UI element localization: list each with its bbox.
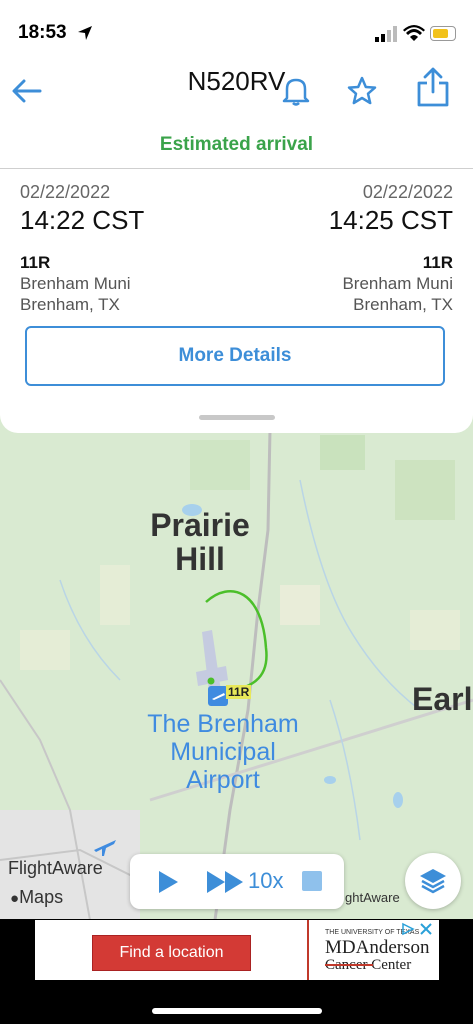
airport-label-line3: Airport <box>186 766 260 794</box>
page-title: N520RV <box>187 66 286 96</box>
airport-marker-label: 11R <box>226 685 252 699</box>
apple-logo-icon: ● <box>10 890 20 907</box>
departure-time: 14:22 CST <box>20 205 145 235</box>
flight-info-card: 02/22/2022 14:22 CST 11R Brenham Muni Br… <box>0 169 473 433</box>
map-view[interactable]: Prairie Hill Earl The Brenham Municipal … <box>0 380 473 920</box>
airport-marker-icon[interactable] <box>208 686 228 706</box>
status-time: 18:53 <box>18 22 67 43</box>
arrival-city: Brenham, TX <box>353 295 453 314</box>
star-icon[interactable] <box>346 75 378 107</box>
departure-airport-code: 11R <box>20 253 51 272</box>
map-label-prairie-hill: Prairie Hill <box>130 508 270 576</box>
arrival-airport-name: Brenham Muni <box>342 274 453 293</box>
map-layers-button[interactable] <box>405 853 461 909</box>
map-background <box>0 380 473 920</box>
departure-date: 02/22/2022 <box>20 182 111 202</box>
status-bar: 18:53 <box>0 0 473 56</box>
airport-label-line1: The Brenham <box>147 710 299 738</box>
map-label-prairie: Prairie <box>150 507 250 543</box>
play-icon[interactable] <box>156 869 180 895</box>
arrival-time: 14:25 CST <box>328 205 453 235</box>
layers-icon <box>420 869 446 894</box>
ad-brand-line1: MDAnderson <box>325 937 430 958</box>
map-label-airport[interactable]: The Brenham Municipal Airport <box>118 710 328 794</box>
arrival-date: 02/22/2022 <box>362 182 453 202</box>
playback-controls: 10x <box>130 854 344 909</box>
cellular-signal-icon <box>375 26 397 42</box>
bell-icon[interactable] <box>282 75 310 107</box>
drag-handle[interactable] <box>199 415 275 420</box>
departure-airport-name: Brenham Muni <box>20 274 131 293</box>
location-arrow-icon <box>78 26 92 40</box>
flight-header: N520RV Estimated arrival <box>0 56 473 170</box>
flightaware-logo: FlightAware <box>8 858 103 878</box>
ad-banner[interactable]: Find a location THE UNIVERSITY OF TEXAS … <box>35 920 439 980</box>
home-indicator[interactable] <box>152 1008 322 1014</box>
share-icon[interactable] <box>416 66 450 108</box>
departure-city: Brenham, TX <box>20 295 120 314</box>
ad-find-location-button[interactable]: Find a location <box>92 935 251 971</box>
fast-forward-icon[interactable] <box>206 869 246 895</box>
flight-status-text: Estimated arrival <box>159 134 314 155</box>
map-label-earl: Earl <box>412 681 473 717</box>
apple-maps-attribution: ●Maps <box>10 887 64 907</box>
battery-icon <box>430 26 456 41</box>
more-details-button[interactable]: More Details <box>25 326 445 386</box>
ad-strike-line <box>325 964 373 966</box>
map-label-hill: Hill <box>175 541 225 577</box>
close-icon[interactable] <box>419 922 433 936</box>
map-attribution-text: ghtAware <box>345 890 400 905</box>
ad-choices-icon[interactable] <box>401 922 415 936</box>
stop-icon[interactable] <box>302 871 322 891</box>
airport-label-line2: Municipal <box>170 738 276 766</box>
ad-divider <box>307 920 309 980</box>
plane-icon <box>94 840 116 856</box>
arrival-airport-code: 11R <box>422 253 453 272</box>
playback-speed[interactable]: 10x <box>248 868 283 894</box>
wifi-icon <box>403 25 425 41</box>
